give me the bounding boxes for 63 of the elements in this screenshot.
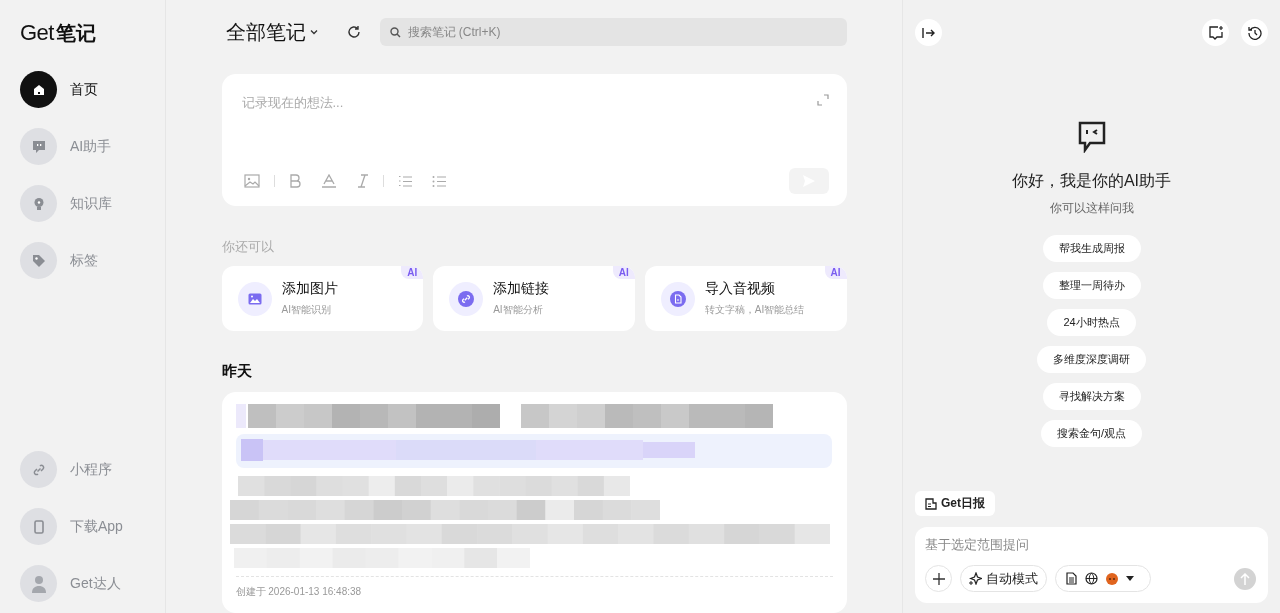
phone-icon — [32, 519, 45, 534]
link-icon — [32, 463, 45, 476]
bullet-list-icon[interactable] — [431, 174, 446, 188]
mode-button[interactable]: 自动模式 — [960, 565, 1047, 592]
notebook-dropdown[interactable]: 全部笔记 — [221, 18, 319, 46]
plus-icon — [932, 572, 945, 585]
link-icon — [458, 290, 475, 307]
italic-icon[interactable] — [356, 174, 369, 188]
chat-plus-icon — [1208, 25, 1223, 40]
prompt-chip[interactable]: 整理一周待办 — [1042, 272, 1141, 299]
user-icon — [30, 574, 47, 593]
prompt-chip[interactable]: 寻找解决方案 — [1042, 383, 1141, 410]
prompt-chip[interactable]: 帮我生成周报 — [1042, 235, 1141, 262]
daily-report-chip[interactable]: Get日报 — [915, 491, 995, 516]
history-icon — [1247, 25, 1262, 40]
document-icon — [1066, 572, 1077, 585]
home-icon — [31, 82, 46, 97]
document-icon — [925, 497, 937, 510]
bulb-icon — [31, 196, 46, 211]
collapse-button[interactable] — [915, 19, 942, 46]
greeting-text: 你好，我是你的AI助手 — [1011, 171, 1172, 191]
new-chat-button[interactable] — [1202, 19, 1229, 46]
text-color-icon[interactable] — [320, 174, 337, 188]
action-card[interactable]: 添加链接 AI智能分析 AI — [433, 266, 635, 331]
numbered-list-icon[interactable] — [397, 174, 412, 188]
section-label: 你还可以 — [221, 238, 275, 256]
image-icon[interactable] — [243, 174, 260, 188]
globe-icon — [1085, 572, 1098, 585]
app-logo: Get笔记 — [20, 20, 96, 47]
date-heading: 昨天 — [221, 362, 253, 381]
document-icon — [669, 290, 686, 307]
avatar-icon — [1106, 572, 1118, 585]
chat-icon — [31, 139, 46, 154]
ai-badge: AI — [612, 266, 635, 279]
add-button[interactable] — [925, 565, 952, 592]
arrow-up-icon — [1240, 572, 1250, 585]
history-button[interactable] — [1241, 19, 1268, 46]
search-input[interactable]: 搜索笔记 (Ctrl+K) — [405, 24, 837, 40]
expand-icon[interactable] — [816, 94, 829, 106]
sidebar-item[interactable]: 首页 — [20, 71, 140, 108]
search-field[interactable]: 搜索笔记 (Ctrl+K) — [379, 18, 847, 46]
prompt-chip[interactable]: 搜索金句/观点 — [1040, 420, 1143, 447]
bold-icon[interactable] — [288, 174, 301, 188]
search-icon — [389, 26, 401, 38]
chevron-down-icon — [308, 27, 319, 37]
note-editor[interactable]: 记录现在的想法... — [221, 74, 847, 206]
arrow-right-icon — [921, 26, 936, 39]
prompt-chip[interactable]: 多维度深度调研 — [1037, 346, 1146, 373]
ai-badge: AI — [401, 266, 424, 279]
chat-bubble-icon — [1077, 121, 1106, 153]
tag-icon — [31, 253, 46, 268]
prompt-chip[interactable]: 24小时热点 — [1047, 309, 1136, 336]
submit-button[interactable] — [1234, 567, 1256, 590]
refresh-icon[interactable] — [346, 25, 361, 39]
created-time: 创建于 2026-01-13 16:48:38 — [235, 586, 362, 597]
action-card[interactable]: 导入音视频 转文字稿，AI智能总结 AI — [644, 266, 847, 331]
ai-badge: AI — [824, 266, 847, 279]
image-icon — [247, 292, 262, 305]
action-card[interactable]: 添加图片 AI智能识别 AI — [221, 266, 424, 331]
greeting-subtitle: 你可以这样问我 — [1049, 200, 1134, 217]
caret-icon — [1126, 576, 1134, 581]
source-selector[interactable] — [1055, 565, 1151, 592]
sparkle-icon — [969, 572, 982, 585]
